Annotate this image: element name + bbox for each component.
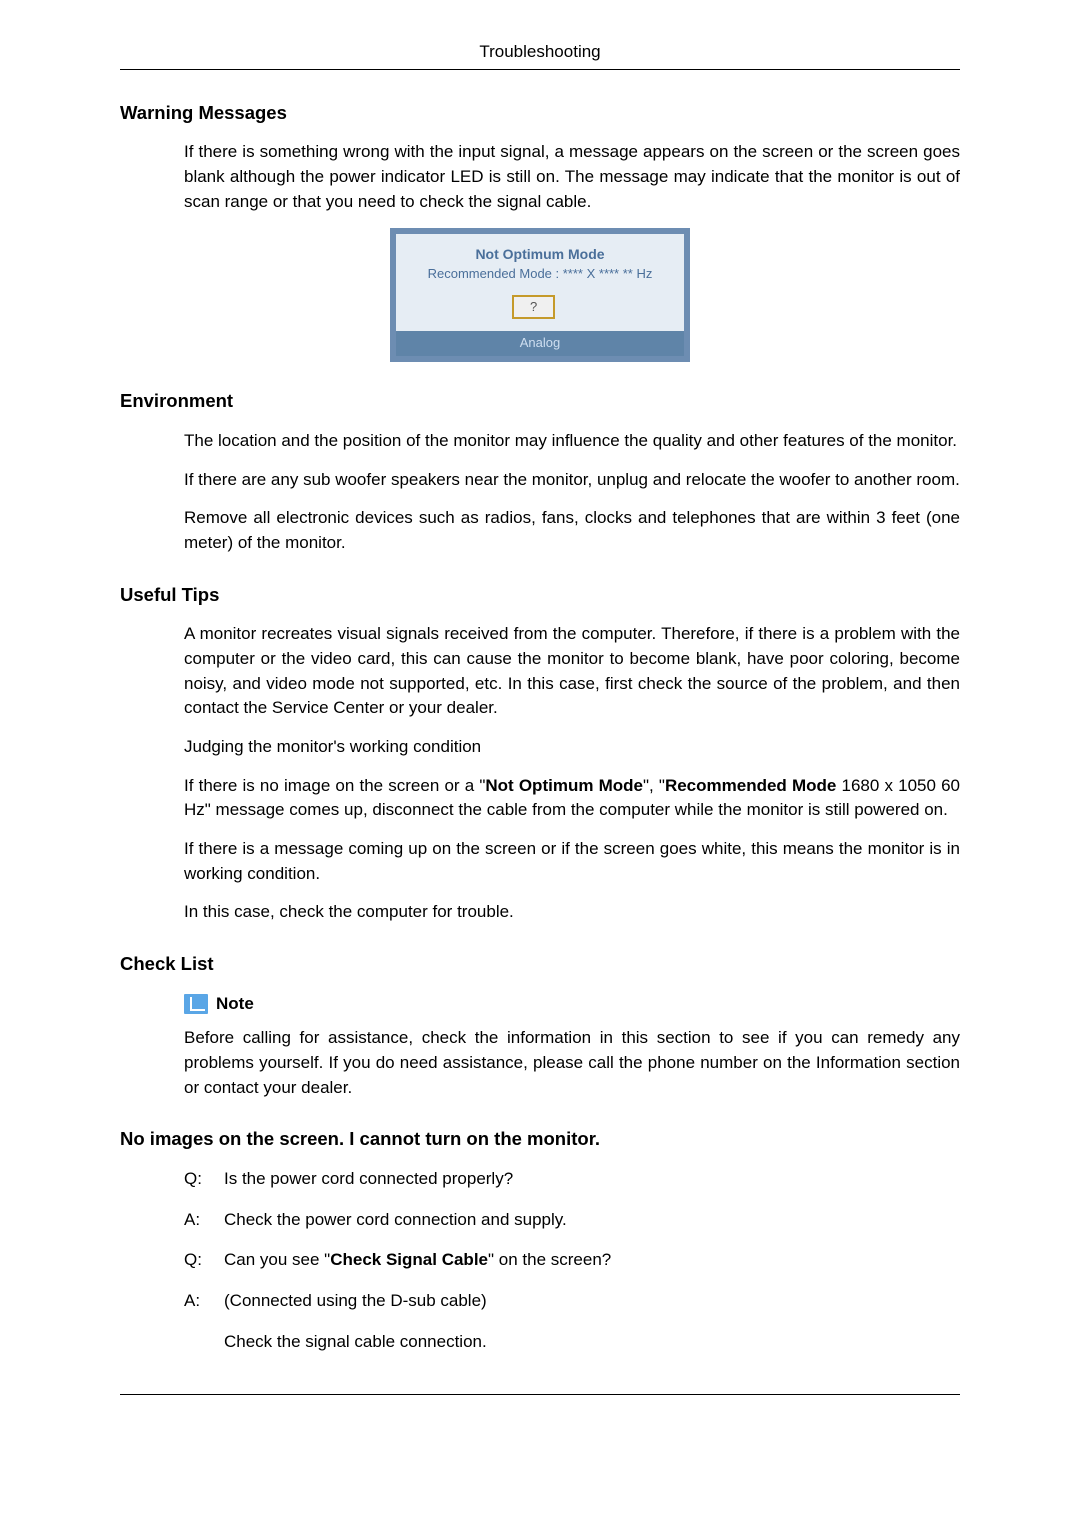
osd-button-row: ? bbox=[402, 294, 678, 320]
osd-inner: Not Optimum Mode Recommended Mode : ****… bbox=[396, 234, 684, 331]
note-icon bbox=[184, 994, 208, 1014]
osd-line-not-optimum: Not Optimum Mode bbox=[402, 244, 678, 264]
qa-label: A: bbox=[184, 1208, 224, 1233]
heading-no-images: No images on the screen. I cannot turn o… bbox=[120, 1126, 960, 1153]
tips-p3-mid: ", " bbox=[643, 776, 665, 795]
environment-p3: Remove all electronic devices such as ra… bbox=[184, 506, 960, 555]
qa-row: Q: Is the power cord connected properly? bbox=[184, 1167, 960, 1192]
qa-label: Q: bbox=[184, 1167, 224, 1192]
heading-environment: Environment bbox=[120, 388, 960, 415]
osd-line-recommended: Recommended Mode : **** X **** ** Hz bbox=[402, 265, 678, 284]
tips-p3: If there is no image on the screen or a … bbox=[184, 774, 960, 823]
tips-p4: If there is a message coming up on the s… bbox=[184, 837, 960, 886]
bottom-rule bbox=[120, 1394, 960, 1395]
qa-text: Is the power cord connected properly? bbox=[224, 1167, 960, 1192]
note-label: Note bbox=[216, 992, 254, 1017]
qa-list: Q: Is the power cord connected properly?… bbox=[184, 1167, 960, 1314]
environment-p1: The location and the position of the mon… bbox=[184, 429, 960, 454]
qa-subtext: Check the signal cable connection. bbox=[224, 1330, 960, 1355]
tips-p5: In this case, check the computer for tro… bbox=[184, 900, 960, 925]
qa-row: A: Check the power cord connection and s… bbox=[184, 1208, 960, 1233]
osd-help-button: ? bbox=[512, 295, 555, 320]
qa-label: A: bbox=[184, 1289, 224, 1314]
qa-text-pre: Can you see " bbox=[224, 1250, 330, 1269]
heading-warning-messages: Warning Messages bbox=[120, 100, 960, 127]
qa-label: Q: bbox=[184, 1248, 224, 1273]
tips-p3-pre: If there is no image on the screen or a … bbox=[184, 776, 485, 795]
qa-text: Can you see "Check Signal Cable" on the … bbox=[224, 1248, 960, 1273]
tips-p3-bold2: Recommended Mode bbox=[665, 776, 836, 795]
page-header-title: Troubleshooting bbox=[479, 42, 600, 61]
qa-text: (Connected using the D-sub cable) bbox=[224, 1289, 960, 1314]
note-row: Note bbox=[184, 992, 960, 1017]
page-header: Troubleshooting bbox=[120, 40, 960, 70]
tips-p3-bold1: Not Optimum Mode bbox=[485, 776, 643, 795]
qa-text: Check the power cord connection and supp… bbox=[224, 1208, 960, 1233]
checklist-note-body: Before calling for assistance, check the… bbox=[184, 1026, 960, 1100]
environment-p2: If there are any sub woofer speakers nea… bbox=[184, 468, 960, 493]
tips-p2: Judging the monitor's working condition bbox=[184, 735, 960, 760]
osd-footer-analog: Analog bbox=[396, 331, 684, 356]
warning-body: If there is something wrong with the inp… bbox=[184, 140, 960, 214]
qa-text-post: " on the screen? bbox=[488, 1250, 611, 1269]
tips-p1: A monitor recreates visual signals recei… bbox=[184, 622, 960, 721]
osd-dialog: Not Optimum Mode Recommended Mode : ****… bbox=[390, 228, 690, 362]
qa-text-bold: Check Signal Cable bbox=[330, 1250, 488, 1269]
osd-figure: Not Optimum Mode Recommended Mode : ****… bbox=[120, 228, 960, 362]
qa-row: A: (Connected using the D-sub cable) bbox=[184, 1289, 960, 1314]
heading-useful-tips: Useful Tips bbox=[120, 582, 960, 609]
qa-row: Q: Can you see "Check Signal Cable" on t… bbox=[184, 1248, 960, 1273]
heading-check-list: Check List bbox=[120, 951, 960, 978]
